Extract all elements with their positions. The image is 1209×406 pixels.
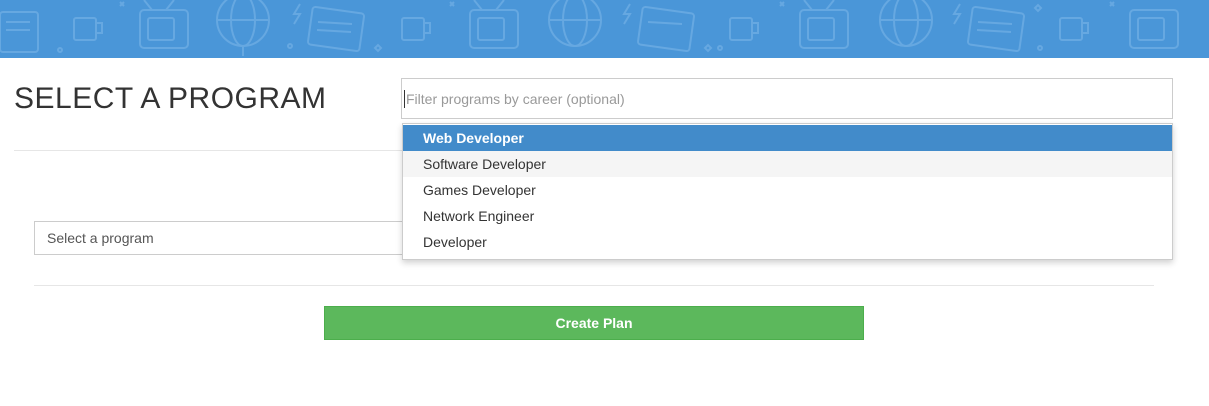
dropdown-item-games-developer[interactable]: Games Developer <box>403 177 1172 203</box>
form-divider <box>34 285 1154 286</box>
dropdown-item-developer[interactable]: Developer <box>403 229 1172 255</box>
mug-icon <box>73 17 1089 41</box>
text-caret <box>404 90 405 108</box>
program-select[interactable]: Select a program <box>34 221 414 255</box>
career-dropdown: Web Developer Software Developer Games D… <box>402 123 1173 260</box>
newspaper-icon <box>0 5 1026 53</box>
banner-pattern <box>0 0 1179 56</box>
career-filter-input[interactable] <box>401 78 1173 119</box>
dropdown-item-web-developer[interactable]: Web Developer <box>403 125 1172 151</box>
create-plan-button[interactable]: Create Plan <box>324 306 864 340</box>
page-title: SELECT A PROGRAM <box>14 82 327 115</box>
dropdown-item-software-developer[interactable]: Software Developer <box>403 151 1172 177</box>
lightning-icon <box>292 3 962 25</box>
tv-icon <box>139 0 189 49</box>
header-divider <box>14 150 404 151</box>
program-select-placeholder: Select a program <box>47 230 154 246</box>
header-banner <box>0 0 1209 58</box>
dropdown-item-network-engineer[interactable]: Network Engineer <box>403 203 1172 229</box>
